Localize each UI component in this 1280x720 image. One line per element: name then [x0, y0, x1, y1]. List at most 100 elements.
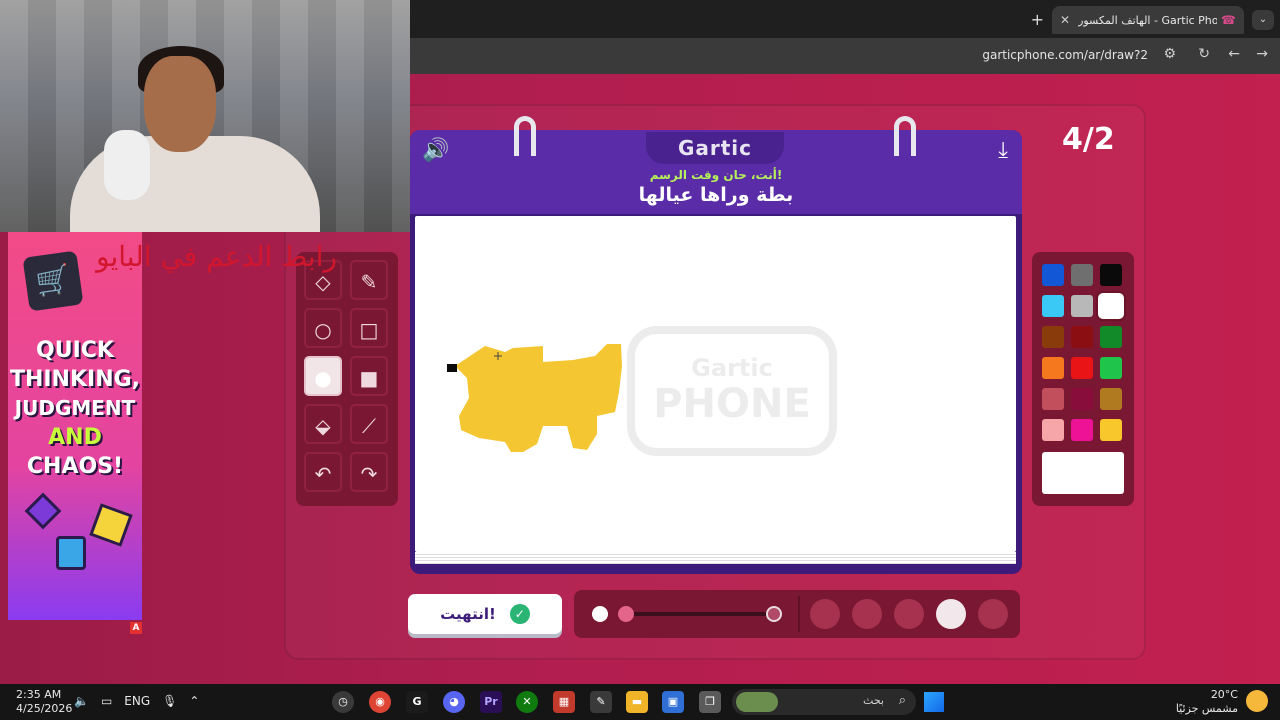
windows-start-icon[interactable]: [924, 692, 944, 712]
weather-widget[interactable]: 20°C مشمس جزئيًا: [1176, 688, 1268, 716]
color-swatch[interactable]: [1042, 357, 1064, 379]
rectangle-outline-tool[interactable]: □: [350, 308, 388, 348]
pencil-icon: ✎: [360, 270, 378, 294]
draw-phrase: بطة وراها عيالها: [638, 184, 794, 206]
turn-subtitle: أنت، حان وقت الرسم!: [649, 168, 783, 182]
brush-size-sm[interactable]: [936, 599, 966, 629]
color-swatch[interactable]: [1100, 419, 1122, 441]
search-highlight-image: [736, 692, 778, 712]
pencil-tool[interactable]: ✎: [350, 260, 388, 300]
ellipse-fill-tool[interactable]: ●: [304, 356, 342, 396]
ad-line: AND: [48, 425, 102, 450]
color-palette: [1032, 252, 1134, 506]
black-drawing-mark: [447, 364, 457, 372]
record-app-icon[interactable]: ◷: [332, 691, 354, 713]
close-tab-icon[interactable]: ✕: [1060, 13, 1070, 27]
search-icon: ⌕: [898, 693, 906, 708]
line-tool[interactable]: ⟋: [350, 404, 388, 444]
paper-edge: [415, 552, 1016, 564]
winrar-icon[interactable]: ▦: [553, 691, 575, 713]
premiere-icon[interactable]: Pr: [480, 691, 502, 713]
back-icon[interactable]: ←: [1228, 46, 1240, 62]
download-icon[interactable]: ⤓: [998, 138, 1008, 163]
undo-icon: ↶: [314, 462, 332, 486]
clock-date: 4/25/2026: [16, 702, 73, 715]
address-bar: → ← ↻ ⚙ garticphone.com/ar/draw?2: [410, 38, 1280, 74]
ad-choices-badge[interactable]: A: [130, 622, 142, 634]
url-text[interactable]: garticphone.com/ar/draw?2: [982, 48, 1148, 62]
undo-tool[interactable]: ↶: [304, 452, 342, 492]
ad-text: QUICK THINKING, JUDGMENT AND CHAOS!: [8, 336, 142, 481]
done-button[interactable]: انتهيت! ✓: [408, 594, 562, 634]
brush-size-md[interactable]: [894, 599, 924, 629]
color-swatch[interactable]: [1100, 357, 1122, 379]
reload-icon[interactable]: ↻: [1198, 46, 1210, 62]
ad-badge-icon: [89, 503, 133, 547]
taskbar-search[interactable]: بحث ⌕: [732, 689, 916, 715]
ad-line: QUICK: [36, 338, 114, 363]
browser-tab[interactable]: ✕ الهاتف المكسور - Gartic Phone ☎: [1052, 6, 1244, 34]
gaming-app-icon[interactable]: G: [406, 691, 428, 713]
microphone-tray-icon[interactable]: 🎙: [162, 694, 177, 708]
fill-bucket-tool[interactable]: ⬙: [304, 404, 342, 444]
color-swatch[interactable]: [1100, 388, 1122, 410]
brush-size-bar: [574, 590, 1020, 638]
color-swatch[interactable]: [1100, 264, 1122, 286]
store-icon[interactable]: ▣: [662, 691, 684, 713]
new-tab-button[interactable]: +: [1031, 10, 1044, 29]
color-swatch[interactable]: [1042, 388, 1064, 410]
color-swatch[interactable]: [1071, 264, 1093, 286]
color-swatch[interactable]: [1042, 419, 1064, 441]
chrome-icon[interactable]: ◉: [369, 691, 391, 713]
drawing-canvas[interactable]: Gartic PHONE: [415, 216, 1016, 552]
forward-icon[interactable]: →: [1256, 46, 1268, 62]
color-swatch[interactable]: [1071, 419, 1093, 441]
brush-size-xs[interactable]: [978, 599, 1008, 629]
square-filled-icon: ■: [359, 366, 379, 390]
streamer-face: [144, 56, 216, 152]
rectangle-fill-tool[interactable]: ■: [350, 356, 388, 396]
clock[interactable]: 2:35 AM 4/25/2026: [16, 688, 72, 716]
weather-desc: مشمس جزئيًا: [1175, 702, 1238, 715]
ellipse-outline-tool[interactable]: ○: [304, 308, 342, 348]
color-swatch[interactable]: [1071, 326, 1093, 348]
brush-size-xl[interactable]: [810, 599, 840, 629]
color-swatch[interactable]: [1042, 264, 1064, 286]
search-label: بحث: [863, 694, 884, 707]
side-ad[interactable]: 🛒 QUICK THINKING, JUDGMENT AND CHAOS!: [8, 232, 142, 620]
custom-color-picker[interactable]: [1042, 452, 1124, 494]
color-swatch[interactable]: [1071, 357, 1093, 379]
color-swatch[interactable]: [1042, 326, 1064, 348]
color-swatch[interactable]: [1100, 326, 1122, 348]
file-explorer-icon[interactable]: ▬: [626, 691, 648, 713]
binder-ring: [894, 116, 916, 156]
tab-title: الهاتف المكسور - Gartic Phone: [1078, 13, 1218, 27]
chevron-up-icon[interactable]: ⌃: [189, 694, 199, 708]
site-settings-icon[interactable]: ⚙: [1163, 46, 1176, 62]
ad-lock-icon: [56, 536, 86, 570]
opacity-slider-handle[interactable]: [618, 606, 634, 622]
microphone-icon: [104, 130, 150, 200]
discord-icon[interactable]: ◕: [443, 691, 465, 713]
task-view-icon[interactable]: ❐: [699, 691, 721, 713]
opacity-slider-track[interactable]: [618, 606, 776, 622]
brush-size-lg[interactable]: [852, 599, 882, 629]
done-label: انتهيت!: [440, 605, 496, 623]
color-swatch[interactable]: [1100, 295, 1122, 317]
support-link-overlay: رابط الدعم في البايو: [96, 240, 337, 273]
volume-icon[interactable]: 🔈: [74, 694, 89, 708]
xbox-icon[interactable]: ✕: [516, 691, 538, 713]
color-swatch[interactable]: [1071, 388, 1093, 410]
small-dot-icon: [592, 606, 608, 622]
tool-panel: ◇ ✎ ○ □ ● ■ ⬙ ⟋ ↶ ↷: [296, 252, 398, 506]
network-icon[interactable]: ▭: [101, 694, 112, 708]
language-indicator[interactable]: ENG: [124, 694, 150, 708]
color-swatch[interactable]: [1071, 295, 1093, 317]
redo-tool[interactable]: ↷: [350, 452, 388, 492]
color-swatch[interactable]: [1042, 295, 1064, 317]
system-tray: 🔈 ▭ ENG 🎙 ⌃: [74, 694, 199, 708]
sound-icon[interactable]: 🔊: [422, 138, 449, 163]
notepad-icon[interactable]: ✎: [590, 691, 612, 713]
gartic-favicon-icon: ☎: [1221, 13, 1236, 27]
tab-search-button[interactable]: ⌄: [1252, 10, 1274, 30]
